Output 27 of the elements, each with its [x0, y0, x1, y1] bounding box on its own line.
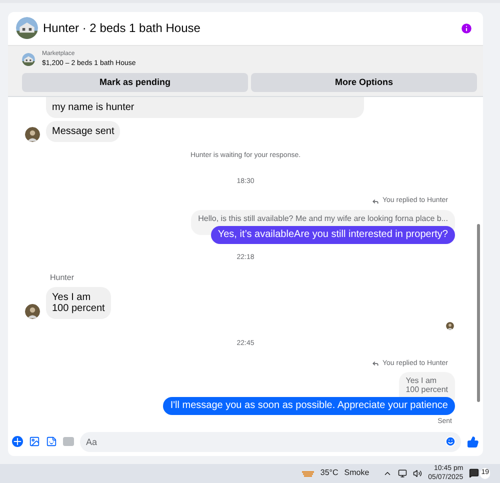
action-button[interactable]: More Options	[251, 73, 477, 92]
sticker-icon[interactable]	[46, 436, 57, 448]
weather-text: Smoke	[344, 467, 370, 480]
sender-name: Hunter	[50, 272, 76, 284]
message-bubble: Yes I am 100 percent	[46, 287, 111, 320]
plus-icon[interactable]	[12, 436, 23, 448]
weather-icon	[302, 468, 314, 478]
speaker-icon[interactable]	[413, 468, 422, 478]
like-icon[interactable]	[467, 436, 479, 448]
action-button[interactable]: Mark as pending	[22, 73, 248, 92]
chat-title: Hunter · 2 beds 1 bath House	[43, 20, 200, 38]
temperature: 35°C	[320, 467, 338, 480]
image-icon[interactable]	[29, 436, 40, 448]
notification-icon[interactable]	[469, 468, 480, 478]
read-receipt-icon	[446, 322, 454, 330]
reply-icon	[372, 198, 380, 205]
message-bubble: Message sent	[46, 121, 120, 142]
house-icon	[22, 52, 35, 66]
message-bubble: Yes, it’s availableAre you still interested in property?	[210, 226, 455, 244]
house-icon	[16, 17, 38, 40]
message-field[interactable]: Aa	[80, 432, 461, 452]
info-icon[interactable]	[460, 22, 473, 35]
message-bubble: I'll message you as soon as possible. Appreciate your patience	[163, 397, 455, 416]
monitor-icon[interactable]	[398, 468, 408, 478]
reply-icon	[372, 360, 380, 368]
emoji-icon[interactable]	[445, 436, 456, 447]
message-bubble: my name is hunter	[46, 97, 364, 118]
